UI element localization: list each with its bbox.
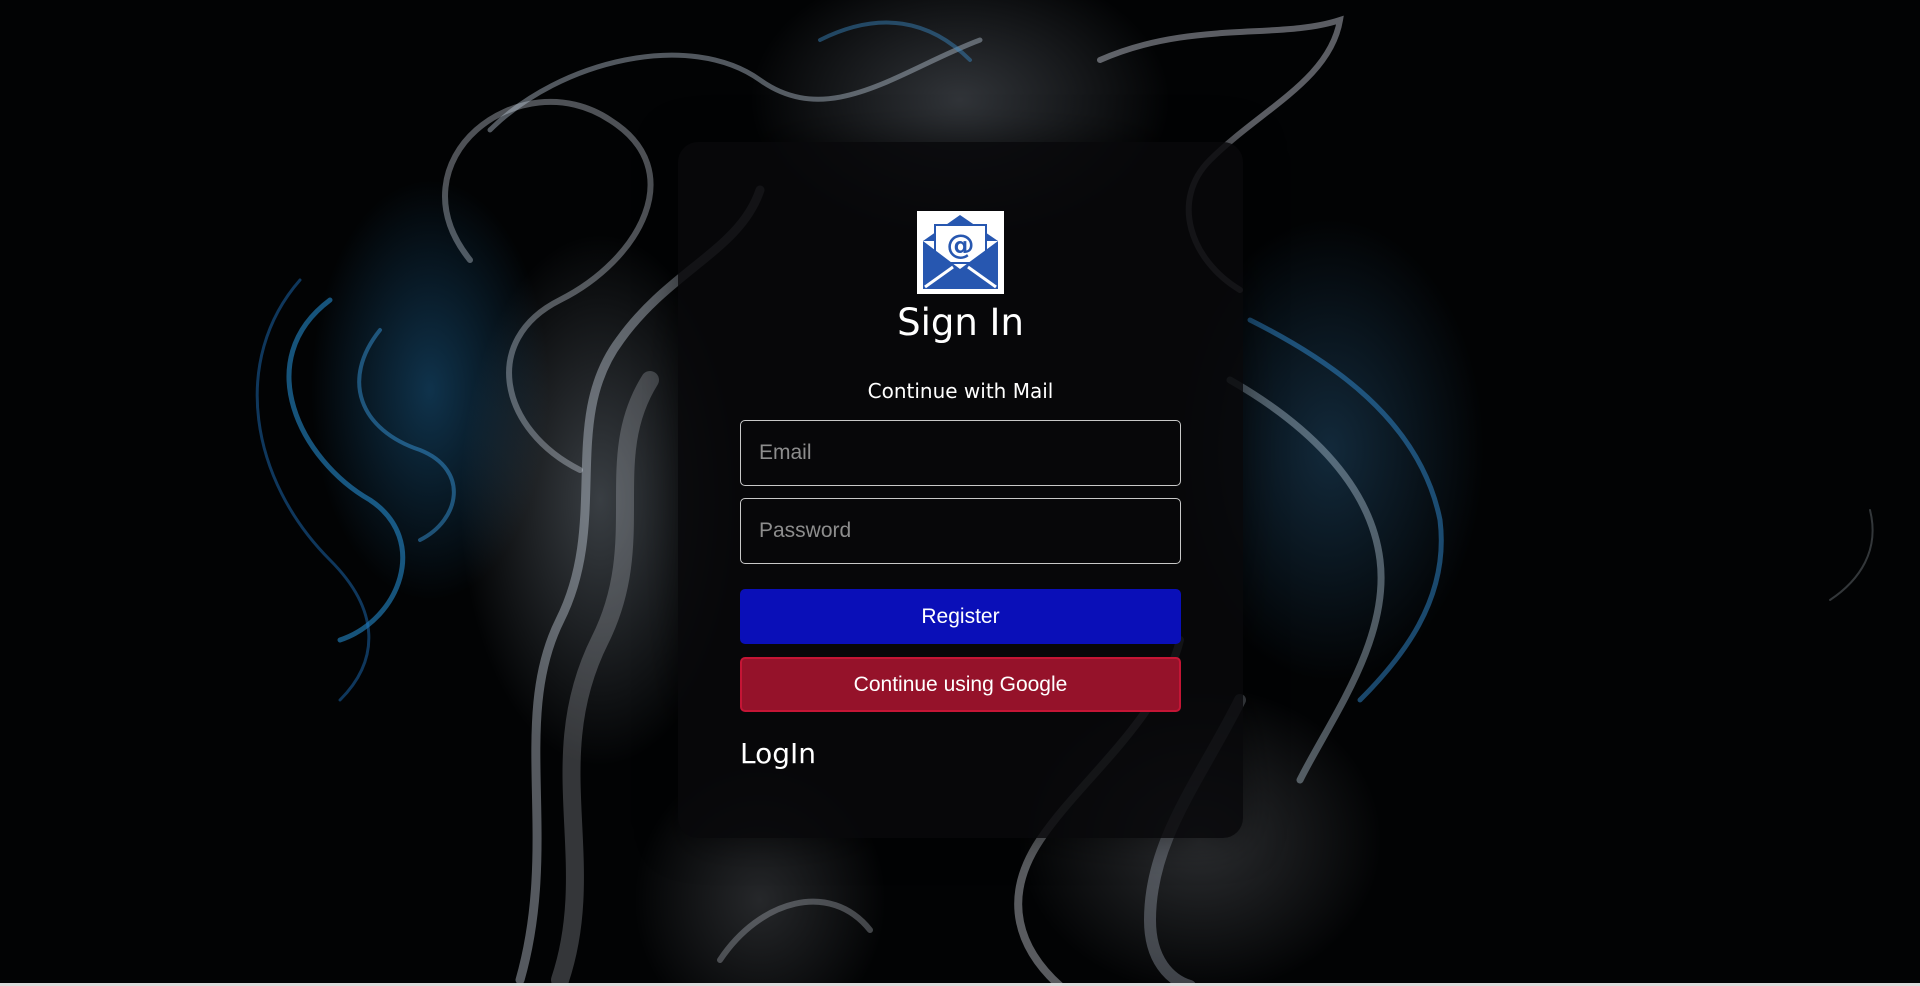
at-sign-symbol: @ xyxy=(947,228,975,261)
continue-with-google-button[interactable]: Continue using Google xyxy=(740,657,1181,712)
page-title: Sign In xyxy=(897,301,1024,344)
register-button[interactable]: Register xyxy=(740,589,1181,644)
password-input[interactable] xyxy=(740,498,1181,564)
signin-card: @ Sign In Continue with Mail Register Co… xyxy=(678,142,1243,838)
continue-with-mail-label: Continue with Mail xyxy=(867,379,1054,403)
login-link[interactable]: LogIn xyxy=(740,737,816,771)
envelope-at-icon: @ xyxy=(917,211,1004,294)
email-input[interactable] xyxy=(740,420,1181,486)
